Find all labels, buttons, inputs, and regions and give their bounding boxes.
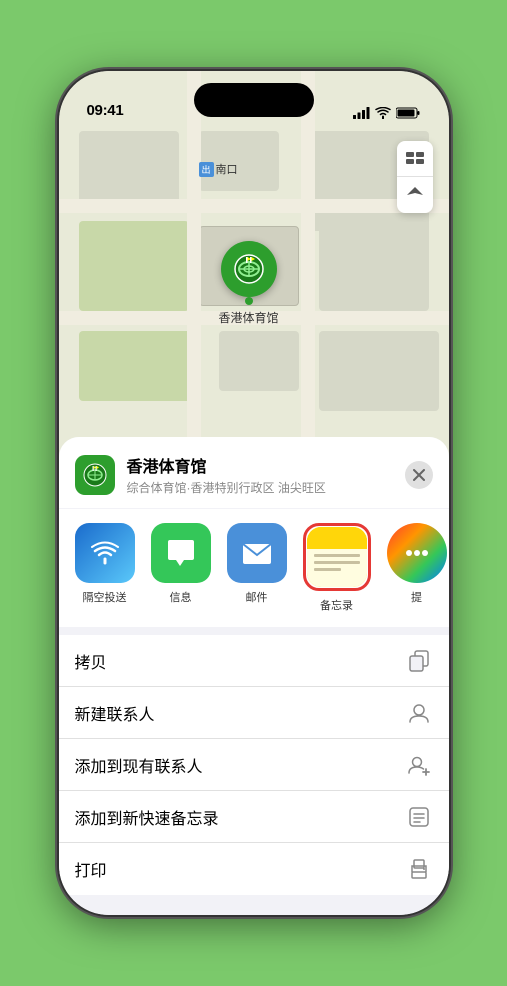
mail-icon-bg	[227, 523, 287, 583]
phone-screen: 09:41	[59, 71, 449, 915]
notes-label: 备忘录	[320, 597, 353, 613]
stadium-icon	[231, 251, 267, 287]
more-label: 提	[411, 589, 422, 605]
status-time: 09:41	[87, 102, 124, 119]
action-new-contact-label: 新建联系人	[75, 701, 155, 725]
wifi-icon	[375, 107, 391, 119]
battery-icon	[396, 107, 421, 119]
map-location-btn[interactable]	[397, 177, 433, 213]
notes-line-3	[314, 568, 342, 571]
action-print-label: 打印	[75, 857, 107, 881]
more-icon-bg	[387, 523, 447, 583]
mail-envelope-icon	[240, 536, 274, 570]
nankou-text: 南口	[216, 161, 238, 177]
mail-label: 邮件	[246, 589, 268, 605]
notes-line-1	[314, 554, 360, 557]
message-label: 信息	[170, 589, 192, 605]
share-message[interactable]: 信息	[151, 523, 211, 613]
share-more[interactable]: 提	[387, 523, 447, 613]
share-airdrop[interactable]: 隔空投送	[75, 523, 135, 613]
more-dots-icon	[404, 543, 430, 563]
map-layers-icon	[405, 151, 425, 167]
sheet-venue-info: 香港体育馆 综合体育馆·香港特别行政区 油尖旺区	[127, 453, 393, 496]
add-existing-contact-icon	[405, 751, 433, 779]
action-add-existing-label: 添加到现有联系人	[75, 753, 203, 777]
share-notes[interactable]: 备忘录	[303, 523, 371, 613]
notes-line-2	[314, 561, 360, 564]
action-add-existing[interactable]: 添加到现有联系人	[59, 739, 449, 791]
sheet-close-button[interactable]	[405, 461, 433, 489]
airdrop-label: 隔空投送	[83, 589, 127, 605]
share-row: 隔空投送 信息	[59, 509, 449, 627]
action-new-contact[interactable]: 新建联系人	[59, 687, 449, 739]
phone-frame: 09:41	[59, 71, 449, 915]
nankou-badge: 出	[199, 162, 214, 177]
sheet-header: 香港体育馆 综合体育馆·香港特别行政区 油尖旺区	[59, 437, 449, 508]
action-copy[interactable]: 拷贝	[59, 635, 449, 687]
notes-icon-body	[307, 549, 367, 587]
venue-stadium-icon	[82, 462, 108, 488]
status-icons	[353, 107, 421, 119]
dynamic-island	[194, 83, 314, 117]
map-nankou-label: 出 南口	[199, 161, 238, 177]
action-print[interactable]: 打印	[59, 843, 449, 895]
map-controls	[397, 141, 433, 213]
sheet-venue-name: 香港体育馆	[127, 453, 393, 477]
notes-selected-border	[303, 523, 371, 591]
stadium-pin[interactable]: 香港体育馆	[219, 241, 279, 326]
pin-label: 香港体育馆	[219, 309, 279, 326]
share-mail[interactable]: 邮件	[227, 523, 287, 613]
action-add-notes-label: 添加到新快速备忘录	[75, 805, 219, 829]
message-icon-bg	[151, 523, 211, 583]
airdrop-wifi-icon	[89, 537, 121, 569]
notes-icon-bg	[307, 527, 367, 587]
sheet-venue-sub: 综合体育馆·香港特别行政区 油尖旺区	[127, 479, 393, 496]
map-view-toggle[interactable]	[397, 141, 433, 177]
pin-icon-circle	[221, 241, 277, 297]
signal-icon	[353, 107, 370, 119]
notes-icon-top	[307, 527, 367, 549]
airdrop-icon	[75, 523, 135, 583]
copy-icon	[405, 647, 433, 675]
action-copy-label: 拷贝	[75, 649, 107, 673]
close-icon	[413, 469, 425, 481]
sheet-venue-icon	[75, 455, 115, 495]
action-add-notes[interactable]: 添加到新快速备忘录	[59, 791, 449, 843]
message-bubble-icon	[164, 536, 198, 570]
action-list: 拷贝 新建联系人	[59, 635, 449, 895]
new-contact-icon	[405, 699, 433, 727]
location-arrow-icon	[406, 186, 424, 204]
bottom-sheet: 香港体育馆 综合体育馆·香港特别行政区 油尖旺区	[59, 437, 449, 915]
print-icon	[405, 855, 433, 883]
add-notes-icon	[405, 803, 433, 831]
